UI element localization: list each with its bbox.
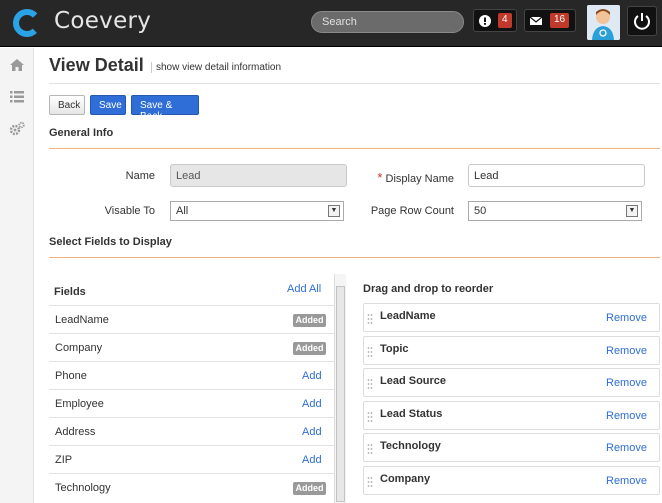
gears-icon[interactable] xyxy=(9,121,25,137)
section-divider xyxy=(49,148,660,149)
reorder-item-name: Lead Source xyxy=(380,375,447,388)
alert-icon xyxy=(479,15,491,27)
fields-scrollbar[interactable] xyxy=(334,274,346,503)
name-field[interactable]: Lead xyxy=(170,164,347,187)
chevron-down-icon: ▼ xyxy=(328,205,340,217)
added-badge: Added xyxy=(293,482,326,495)
coevery-logo-icon xyxy=(12,8,41,37)
reorder-item-name: LeadName xyxy=(380,310,436,322)
added-badge: Added xyxy=(293,314,326,327)
mail-icon xyxy=(530,16,542,25)
field-row: Company Added xyxy=(49,333,334,361)
reorder-item[interactable]: Company Remove xyxy=(363,466,660,495)
drag-handle-icon[interactable] xyxy=(367,476,373,488)
field-row: LeadName Added xyxy=(49,305,334,333)
drag-handle-icon[interactable] xyxy=(367,313,373,325)
field-row: ZIP Add xyxy=(49,445,334,473)
user-avatar-icon xyxy=(587,5,620,40)
select-fields-heading: Select Fields to Display xyxy=(49,236,172,248)
field-row: Address Add xyxy=(49,417,334,445)
app-name[interactable]: Coevery xyxy=(54,8,151,34)
add-field-link[interactable]: Add xyxy=(302,454,322,466)
page-row-count-label: Page Row Count xyxy=(370,205,454,217)
reorder-item[interactable]: Lead Status Remove xyxy=(363,400,660,430)
remove-link[interactable]: Remove xyxy=(606,345,647,357)
fields-column-title: Fields xyxy=(54,286,86,298)
scrollbar-thumb[interactable] xyxy=(336,286,345,502)
drag-handle-icon[interactable] xyxy=(367,411,373,423)
visible-to-select[interactable]: All ▼ xyxy=(170,201,344,221)
display-name-label: * Display Name xyxy=(377,170,454,185)
add-all-link[interactable]: Add All xyxy=(287,283,321,295)
drag-handle-icon[interactable] xyxy=(367,443,373,455)
field-name: LeadName xyxy=(55,314,109,326)
save-button[interactable]: Save xyxy=(90,95,126,115)
field-name: Company xyxy=(55,342,103,354)
general-info-heading: General Info xyxy=(49,127,114,139)
top-bar: Coevery Search 4 16 xyxy=(0,0,662,47)
messages-count-badge: 16 xyxy=(550,13,570,28)
visible-to-value: All xyxy=(176,205,189,217)
reorder-item-name: Lead Status xyxy=(380,407,443,420)
home-icon[interactable] xyxy=(9,57,25,73)
reorder-item-name: Topic xyxy=(380,342,409,355)
name-label: Name xyxy=(125,170,155,182)
logout-button[interactable] xyxy=(627,6,657,36)
field-name: Technology xyxy=(55,482,111,494)
field-row: Technology Added xyxy=(49,473,334,501)
remove-link[interactable]: Remove xyxy=(606,475,647,487)
field-name: Address xyxy=(55,426,96,438)
user-avatar[interactable] xyxy=(587,5,620,40)
display-name-field[interactable]: Lead xyxy=(468,164,645,187)
field-row: Phone Add xyxy=(49,361,334,389)
field-row: Employee Add xyxy=(49,389,334,417)
visible-to-label: Visable To xyxy=(104,205,155,217)
field-name: ZIP xyxy=(55,454,73,466)
remove-link[interactable]: Remove xyxy=(606,410,647,422)
alerts-count-badge: 4 xyxy=(498,13,512,28)
reorder-item-name: Technology xyxy=(380,440,441,453)
drag-handle-icon[interactable] xyxy=(367,378,373,390)
reorder-item[interactable]: Topic Remove xyxy=(363,335,660,365)
remove-link[interactable]: Remove xyxy=(606,312,647,324)
remove-link[interactable]: Remove xyxy=(606,442,647,454)
drag-handle-icon[interactable] xyxy=(367,346,373,358)
alerts-button[interactable]: 4 xyxy=(473,9,517,32)
power-icon xyxy=(634,13,650,30)
list-icon[interactable] xyxy=(9,89,25,105)
page-title: View Detail xyxy=(49,55,144,75)
section-divider xyxy=(49,257,660,258)
back-button[interactable]: Back xyxy=(49,95,85,115)
messages-button[interactable]: 16 xyxy=(524,9,576,32)
chevron-down-icon: ▼ xyxy=(626,205,638,217)
sidebar xyxy=(0,48,34,503)
page-subtitle: show view detail information xyxy=(151,62,281,73)
required-marker: * xyxy=(377,170,383,185)
reorder-item[interactable]: LeadName Remove xyxy=(363,303,660,332)
add-field-link[interactable]: Add xyxy=(302,398,322,410)
search-input[interactable]: Search xyxy=(311,11,464,33)
add-field-link[interactable]: Add xyxy=(302,426,322,438)
remove-link[interactable]: Remove xyxy=(606,377,647,389)
add-field-link[interactable]: Add xyxy=(302,370,322,382)
field-name: Employee xyxy=(55,398,104,410)
reorder-item-name: Company xyxy=(380,473,431,485)
save-and-back-button[interactable]: Save & Back xyxy=(131,95,199,122)
added-badge: Added xyxy=(293,342,326,355)
reorder-item[interactable]: Lead Source Remove xyxy=(363,368,660,398)
header-divider xyxy=(49,83,660,84)
page-row-count-value: 50 xyxy=(474,205,487,217)
field-name: Phone xyxy=(55,370,87,382)
reorder-heading: Drag and drop to reorder xyxy=(363,283,494,295)
fields-list: Fields Add All LeadName Added Company Added… xyxy=(49,275,334,503)
reorder-item[interactable]: Technology Remove xyxy=(363,433,660,463)
page-row-count-select[interactable]: 50 ▼ xyxy=(468,201,642,221)
